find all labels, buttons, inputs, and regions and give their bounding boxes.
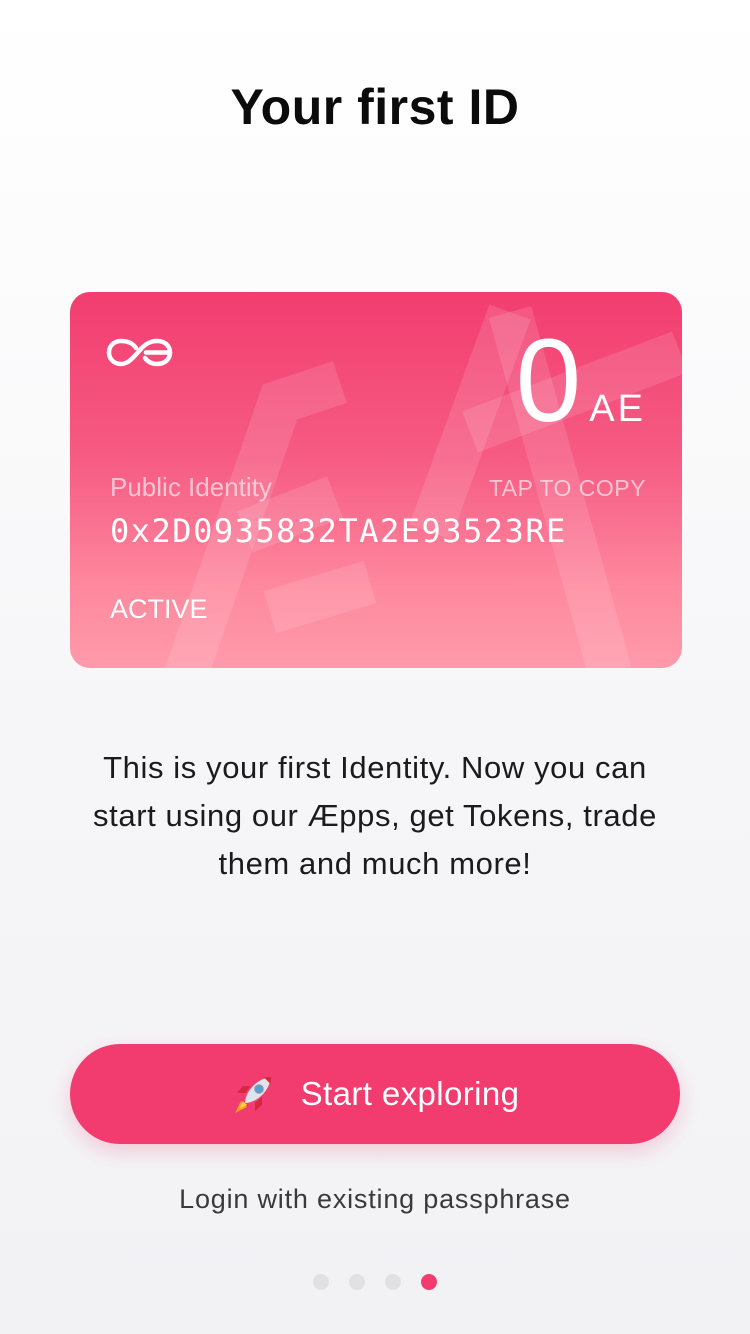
balance: 0 AE [516, 322, 646, 440]
identity-address[interactable]: 0x2D0935832TA2E93523RE [110, 512, 567, 550]
aeternity-logo-icon [106, 338, 173, 367]
description-line: start using our Æpps, get Tokens, trade [93, 798, 657, 833]
pagination-dot-2[interactable] [349, 1274, 365, 1290]
pagination-dots [0, 1274, 750, 1290]
start-exploring-label: Start exploring [300, 1075, 520, 1112]
pagination-dot-1[interactable] [313, 1274, 329, 1290]
balance-value: 0 [515, 315, 582, 447]
start-exploring-button[interactable]: Start exploring [70, 1044, 680, 1144]
description-line: them and much more! [218, 846, 532, 881]
intro-description: This is your first Identity. Now you can… [60, 744, 690, 888]
rocket-icon [234, 1077, 271, 1113]
pagination-dot-4-active[interactable] [421, 1274, 437, 1290]
tap-to-copy-button[interactable]: TAP TO COPY [489, 475, 646, 502]
status-badge: ACTIVE [110, 594, 208, 624]
public-identity-label: Public Identity [110, 472, 272, 502]
pagination-dot-3[interactable] [385, 1274, 401, 1290]
identity-card[interactable]: 0 AE Public Identity TAP TO COPY 0x2D093… [70, 292, 682, 668]
description-line: This is your first Identity. Now you can [103, 750, 647, 785]
page-title: Your first ID [230, 79, 520, 135]
login-with-passphrase-link[interactable]: Login with existing passphrase [0, 1184, 750, 1215]
balance-unit: AE [589, 388, 646, 430]
